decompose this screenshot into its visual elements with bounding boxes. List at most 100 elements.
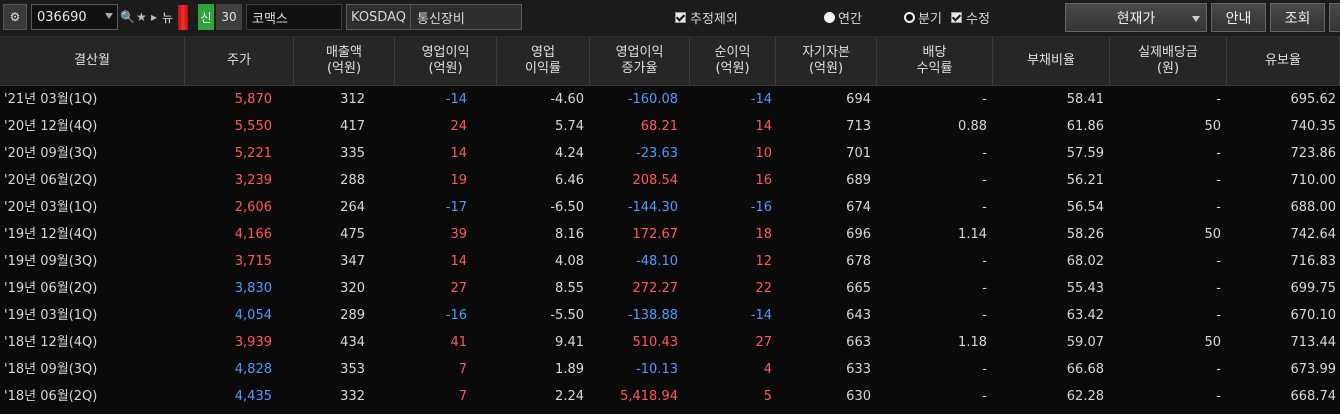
cell-reserve: 695.62 bbox=[1290, 92, 1337, 107]
annual-radio-option[interactable]: 연간 bbox=[824, 4, 862, 30]
cell-net: 22 bbox=[755, 281, 772, 296]
table-row[interactable]: '20년 06월(2Q) 3,239 288 19 6.46 208.54 16 689 - 56… bbox=[0, 167, 1340, 194]
cell-sales: 332 bbox=[340, 389, 365, 404]
cell-div-yield: - bbox=[982, 200, 987, 215]
cell-period: '19년 12월(4Q) bbox=[4, 227, 98, 242]
radio-selected-icon[interactable] bbox=[824, 11, 835, 23]
cell-growth: 5,418.94 bbox=[620, 389, 678, 404]
cell-period: '18년 06월(2Q) bbox=[4, 389, 98, 404]
price-indicator-bar bbox=[178, 5, 188, 30]
company-name-field[interactable]: 코맥스 bbox=[246, 4, 342, 30]
cell-period: '21년 03월(1Q) bbox=[4, 92, 98, 107]
exclude-estimate-option[interactable]: 추정제외 bbox=[675, 4, 738, 30]
chevron-down-icon[interactable] bbox=[1192, 16, 1200, 22]
cell-reserve: 710.00 bbox=[1290, 173, 1337, 188]
cell-net: 5 bbox=[763, 389, 772, 404]
table-row[interactable]: '19년 12월(4Q) 4,166 475 39 8.16 172.67 18 696 1.1… bbox=[0, 221, 1340, 248]
cell-sales: 312 bbox=[340, 92, 365, 107]
cell-period: '20년 03월(1Q) bbox=[4, 200, 98, 215]
price-type-select[interactable]: 현재가 bbox=[1065, 3, 1207, 32]
table-row[interactable]: '19년 03월(1Q) 4,054 289 -16 -5.50 -138.88 -14 64… bbox=[0, 302, 1340, 329]
cell-dividend: - bbox=[1216, 200, 1221, 215]
cell-dividend: - bbox=[1216, 254, 1221, 269]
cell-dividend: - bbox=[1216, 308, 1221, 323]
quarterly-radio-option[interactable]: 분기 bbox=[904, 4, 942, 30]
cell-div-yield: - bbox=[982, 281, 987, 296]
table-header: 결산월 주가 매출액 (억원) 영업이익 (억원) 영업 이익률 영업이익 증가율 순이익 … bbox=[0, 37, 1340, 86]
stock-code-input[interactable]: 036690 bbox=[31, 4, 118, 30]
cell-margin: -6.50 bbox=[550, 200, 584, 215]
table-row[interactable]: '18년 12월(4Q) 3,939 434 41 9.41 510.43 27 663 1.1… bbox=[0, 329, 1340, 356]
column-header: 결산월 bbox=[0, 37, 185, 85]
table-row[interactable]: '20년 12월(4Q) 5,550 417 24 5.74 68.21 14 713 0.88… bbox=[0, 113, 1340, 140]
toolbar: ⚙ 036690 🔍 ★ ▸ 뉴 신 30 코맥스 KOSDAQ 통신장비 추정… bbox=[0, 0, 1340, 37]
more-button[interactable] bbox=[1329, 3, 1340, 32]
cell-debt: 56.54 bbox=[1066, 200, 1104, 215]
market-label: KOSDAQ bbox=[347, 5, 411, 29]
news-button[interactable]: 뉴 bbox=[162, 4, 173, 30]
cell-margin: 4.24 bbox=[555, 146, 584, 161]
cell-op: 19 bbox=[450, 173, 467, 188]
chevron-down-icon[interactable] bbox=[105, 13, 113, 19]
cell-net: 27 bbox=[755, 335, 772, 350]
cell-dividend: 50 bbox=[1204, 227, 1221, 242]
table-row[interactable]: '18년 06월(2Q) 4,435 332 7 2.24 5,418.94 5 630 - 62… bbox=[0, 383, 1340, 410]
radio-unselected-icon[interactable] bbox=[904, 11, 915, 23]
cell-reserve: 688.00 bbox=[1290, 200, 1337, 215]
checkbox-checked-icon[interactable] bbox=[951, 11, 962, 23]
cell-equity: 663 bbox=[846, 335, 871, 350]
adjusted-option[interactable]: 수정 bbox=[951, 4, 990, 30]
cell-growth: -10.13 bbox=[636, 362, 678, 377]
query-button[interactable]: 조회 bbox=[1270, 3, 1325, 32]
search-icon[interactable]: 🔍 bbox=[120, 4, 135, 30]
cell-sales: 347 bbox=[340, 254, 365, 269]
cell-equity: 674 bbox=[846, 200, 871, 215]
table-row[interactable]: '20년 03월(1Q) 2,606 264 -17 -6.50 -144.30 -16 67… bbox=[0, 194, 1340, 221]
cell-op: -16 bbox=[445, 308, 467, 323]
cell-reserve: 723.86 bbox=[1290, 146, 1337, 161]
table-row[interactable]: '20년 09월(3Q) 5,221 335 14 4.24 -23.63 10 701 - 57… bbox=[0, 140, 1340, 167]
cell-debt: 56.21 bbox=[1066, 173, 1104, 188]
cell-period: '20년 06월(2Q) bbox=[4, 173, 98, 188]
cell-op: 7 bbox=[458, 389, 467, 404]
table-row[interactable]: '19년 06월(2Q) 3,830 320 27 8.55 272.27 22 665 - 55… bbox=[0, 275, 1340, 302]
column-header: 실제배당금 (원) bbox=[1110, 37, 1227, 85]
table-row[interactable]: '21년 03월(1Q) 5,870 312 -14 -4.60 -160.08 -14 69… bbox=[0, 86, 1340, 113]
column-header: 배당 수익률 bbox=[877, 37, 993, 85]
column-header: 부채비율 bbox=[993, 37, 1110, 85]
cell-growth: 68.21 bbox=[640, 119, 678, 134]
settings-icon[interactable]: ⚙ bbox=[3, 4, 27, 30]
cell-dividend: - bbox=[1216, 362, 1221, 377]
table-row[interactable]: '19년 09월(3Q) 3,715 347 14 4.08 -48.10 12 678 - 68… bbox=[0, 248, 1340, 275]
cell-net: 16 bbox=[755, 173, 772, 188]
cell-debt: 57.59 bbox=[1066, 146, 1104, 161]
cell-period: '18년 09월(3Q) bbox=[4, 362, 98, 377]
cell-net: -14 bbox=[750, 308, 772, 323]
credit-badge: 신 bbox=[198, 4, 214, 30]
cell-equity: 696 bbox=[846, 227, 871, 242]
cell-growth: -138.88 bbox=[627, 308, 678, 323]
cell-div-yield: 1.14 bbox=[958, 227, 987, 242]
cell-period: '19년 09월(3Q) bbox=[4, 254, 98, 269]
cell-price: 5,221 bbox=[234, 146, 272, 161]
guide-button[interactable]: 안내 bbox=[1211, 3, 1266, 32]
cell-growth: 208.54 bbox=[632, 173, 679, 188]
cell-div-yield: - bbox=[982, 173, 987, 188]
arrow-right-icon[interactable]: ▸ bbox=[151, 4, 157, 30]
cell-reserve: 699.75 bbox=[1290, 281, 1337, 296]
cell-margin: -5.50 bbox=[550, 308, 584, 323]
table-row[interactable]: '18년 09월(3Q) 4,828 353 7 1.89 -10.13 4 633 - 66.6… bbox=[0, 356, 1340, 383]
cell-op: 24 bbox=[450, 119, 467, 134]
cell-equity: 633 bbox=[846, 362, 871, 377]
cell-reserve: 716.83 bbox=[1290, 254, 1337, 269]
checkbox-checked-icon[interactable] bbox=[675, 11, 686, 23]
cell-period: '20년 12월(4Q) bbox=[4, 119, 98, 134]
exclude-estimate-label: 추정제외 bbox=[690, 11, 738, 27]
cell-equity: 713 bbox=[846, 119, 871, 134]
cell-equity: 643 bbox=[846, 308, 871, 323]
favorite-star-icon[interactable]: ★ bbox=[136, 4, 147, 30]
column-header: 순이익 (억원) bbox=[690, 37, 776, 85]
column-header: 영업이익 증가율 bbox=[590, 37, 690, 85]
cell-sales: 289 bbox=[340, 308, 365, 323]
stock-code-value: 036690 bbox=[37, 9, 87, 25]
